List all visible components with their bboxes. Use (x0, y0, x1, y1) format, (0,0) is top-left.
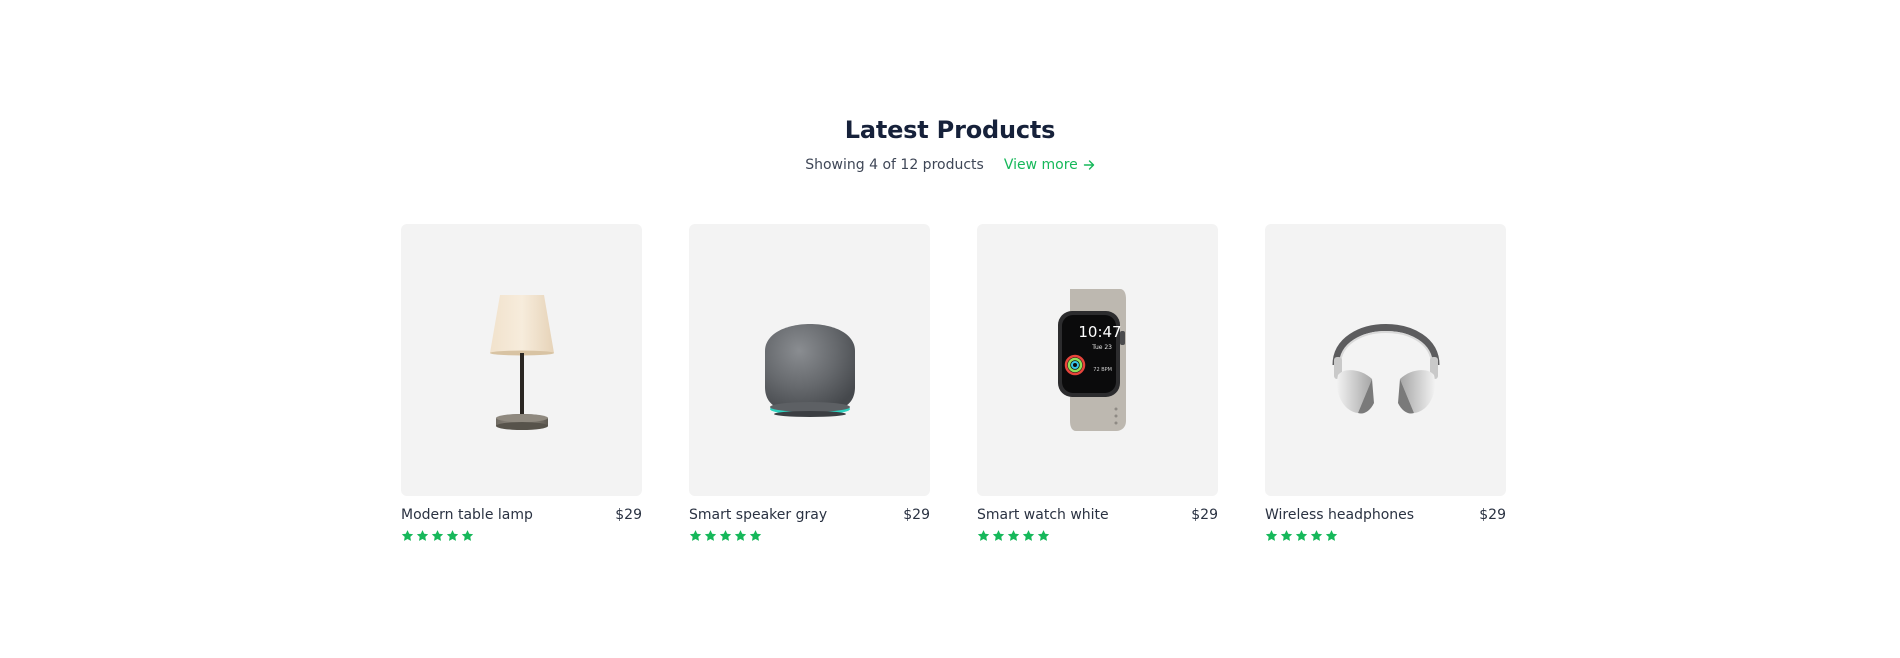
arrow-right-icon (1083, 160, 1094, 170)
star-icon (1310, 530, 1323, 541)
latest-products-section: Latest Products Showing 4 of 12 products… (0, 0, 1900, 658)
star-icon (461, 530, 474, 541)
watch-bpm: 72 BPM (1093, 367, 1112, 373)
rating-stars (689, 529, 930, 542)
product-image[interactable]: 10:47 Tue 23 72 BPM (977, 224, 1218, 496)
product-card[interactable]: Modern table lamp $29 (401, 224, 642, 542)
star-icon (689, 530, 702, 541)
star-icon (1007, 530, 1020, 541)
product-price: $29 (1191, 507, 1218, 523)
star-icon (734, 530, 747, 541)
table-lamp-image (489, 295, 554, 430)
star-icon (1265, 530, 1278, 541)
product-meta: Modern table lamp $29 (401, 507, 642, 523)
product-price: $29 (903, 507, 930, 523)
product-name[interactable]: Modern table lamp (401, 507, 533, 523)
product-card[interactable]: Smart speaker gray $29 (689, 224, 930, 542)
star-icon (992, 530, 1005, 541)
smart-watch-image: 10:47 Tue 23 72 BPM (1057, 289, 1126, 431)
smart-speaker-image (764, 324, 855, 417)
watch-time: 10:47 (1078, 323, 1121, 341)
headphones-image (1332, 324, 1439, 414)
product-image[interactable] (689, 224, 930, 496)
product-count-text: Showing 4 of 12 products (805, 157, 984, 173)
product-image[interactable] (401, 224, 642, 496)
star-icon (431, 530, 444, 541)
product-name[interactable]: Smart speaker gray (689, 507, 827, 523)
rating-stars (977, 529, 1218, 542)
star-icon (719, 530, 732, 541)
product-image[interactable] (1265, 224, 1506, 496)
product-price: $29 (1479, 507, 1506, 523)
star-icon (416, 530, 429, 541)
section-title: Latest Products (844, 116, 1056, 144)
product-name[interactable]: Wireless headphones (1265, 507, 1414, 523)
section-subline: Showing 4 of 12 products View more (0, 157, 1900, 173)
product-meta: Smart watch white $29 (977, 507, 1218, 523)
star-icon (1325, 530, 1338, 541)
product-card[interactable]: 10:47 Tue 23 72 BPM Smart watch white $2… (977, 224, 1218, 542)
star-icon (1037, 530, 1050, 541)
watch-date: Tue 23 (1091, 344, 1112, 351)
product-meta: Wireless headphones $29 (1265, 507, 1506, 523)
view-more-label: View more (1003, 157, 1078, 173)
product-name[interactable]: Smart watch white (977, 507, 1109, 523)
view-more-link[interactable]: View more (1004, 157, 1095, 173)
rating-stars (401, 529, 642, 542)
rating-stars (1265, 529, 1506, 542)
product-meta: Smart speaker gray $29 (689, 507, 930, 523)
star-icon (1280, 530, 1293, 541)
star-icon (446, 530, 459, 541)
star-icon (704, 530, 717, 541)
star-icon (749, 530, 762, 541)
star-icon (1295, 530, 1308, 541)
product-card[interactable]: Wireless headphones $29 (1265, 224, 1506, 542)
star-icon (401, 530, 414, 541)
product-price: $29 (615, 507, 642, 523)
product-grid: Modern table lamp $29 Smart speaker gray… (401, 224, 1506, 542)
star-icon (1022, 530, 1035, 541)
star-icon (977, 530, 990, 541)
